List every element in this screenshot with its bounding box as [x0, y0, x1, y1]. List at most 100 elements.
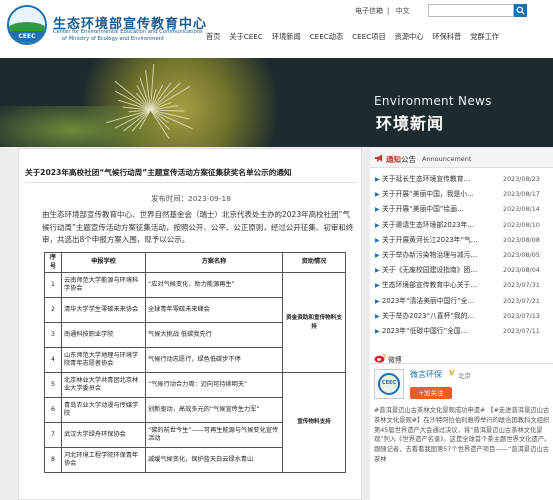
follow-button[interactable]: +加关注	[410, 387, 452, 399]
cell-plan: 气候大挑战 低碳我先行	[145, 322, 283, 348]
org-name-en-line1: Center for Environmental Education and C…	[53, 29, 203, 35]
item-title[interactable]: 关于邀请生态环境部2023年…	[382, 218, 494, 233]
announcement-label-en: Announcement	[422, 155, 472, 163]
item-date: 2023/08/04	[503, 266, 540, 275]
item-date: 2023/08/17	[503, 190, 540, 199]
table-row: 1 云南师范大学能源与环境科学协会 “应对气候变化，助力能源再生” 资金资助和宣…	[44, 272, 346, 373]
cell-plan: 气候行动志愿行，绿色低碳步不停	[145, 347, 283, 373]
header-no: 序号	[44, 252, 62, 273]
item-title[interactable]: 关于开展“美丽中国”绘画…	[382, 202, 494, 217]
list-item[interactable]: ▶ 关于开展“美丽中国，我是小… 2023/08/17	[370, 187, 553, 202]
nav-party[interactable]: 党群工作	[470, 32, 499, 42]
weibo-icon	[374, 353, 386, 363]
list-item[interactable]: ▶ 关于举办2023“八喜杯”我的… 2023/07/13	[370, 309, 553, 324]
sidebar: 通知公告 Announcement ▶ 关于延长生态环境宣传教育… 2023/08/…	[370, 148, 553, 500]
megaphone-icon	[375, 154, 382, 162]
table-header-row: 序号 申报学校 方案名称 资助情况	[44, 252, 346, 273]
verified-badge: V	[449, 369, 455, 377]
cell-support-b: 宣传物料支持	[282, 372, 346, 473]
item-title[interactable]: 关于开展黄河长江2023年“气…	[382, 233, 494, 248]
nav-projects[interactable]: CEEC项目	[352, 32, 386, 42]
bullet-icon: ▶	[375, 312, 380, 320]
cell-school: 河北环境工程学院环保青年协会	[61, 447, 146, 473]
item-date: 2023/07/21	[503, 296, 540, 305]
item-title[interactable]: 关于开展“美丽中国，我是小…	[382, 187, 494, 202]
item-title[interactable]: 关于举办2023“八喜杯”我的…	[382, 309, 494, 324]
announcement-list: ▶ 关于延长生态环境宣传教育… 2023/08/23 ▶ 关于开展“美丽中国，我是小……	[370, 172, 553, 339]
winners-table: 序号 申报学校 方案名称 资助情况 1 云南师范大学能源与环境科学协会 “应对气…	[44, 252, 346, 473]
announcement-header: 通知公告 Announcement	[370, 148, 553, 168]
cell-no: 7	[44, 422, 62, 448]
nav-resources[interactable]: 资源中心	[395, 32, 424, 42]
weibo-location: 北京	[458, 372, 471, 380]
weibo-post[interactable]: #普洱景迈山古茶林文化景观成功申遗# 【#走进普洱景迈山古茶林文化景观#】在沙特…	[374, 406, 551, 465]
cell-no: 2	[44, 297, 62, 323]
banner-title-cn: 环境新闻	[376, 114, 445, 133]
bullet-icon: ▶	[375, 176, 380, 183]
search-icon	[516, 6, 525, 15]
cell-no: 6	[44, 397, 62, 423]
item-title[interactable]: 关于延长生态环境宣传教育…	[382, 172, 494, 187]
cell-no: 8	[44, 447, 62, 473]
cell-school: 云南师范大学能源与环境科学协会	[61, 272, 146, 298]
item-title[interactable]: 生态环境部宣传教育中心关于…	[382, 278, 494, 293]
item-date: 2023/08/08	[503, 235, 540, 244]
article-body: 由生态环境部宣传教育中心、世界自然基金会（瑞士）北京代表处主办的2023年高校社…	[42, 210, 354, 244]
list-item[interactable]: ▶ 关于邀请生态环境部2023年… 2023/08/10	[370, 218, 553, 233]
list-item[interactable]: ▶ 关于延长生态环境宣传教育… 2023/08/23	[370, 172, 553, 187]
table-row: 5 北京林业大学共青团北京林业大学委员会 “气候行动合力周：迈向可持续明天” 宣…	[44, 372, 346, 473]
announcement-label: 通知公告	[386, 154, 416, 165]
article-title: 关于2023年高校社团“气候行动周”主题宣传活动方案征集获奖名单公示的通知	[25, 168, 292, 177]
bullet-icon: ▶	[375, 267, 380, 275]
cell-plan: 全球青年零碳未来峰会	[145, 297, 283, 323]
cell-plan: “碳的前世今生”——可再生能源与气候变化宣传活动	[145, 422, 283, 448]
language-link[interactable]: 中文	[396, 7, 410, 15]
header-support: 资助情况	[282, 252, 346, 273]
item-date: 2023/07/11	[503, 326, 540, 335]
weibo-divider	[370, 363, 553, 364]
cell-school: 清华大学学生零碳未来协会	[61, 297, 146, 323]
search-button[interactable]	[514, 4, 527, 17]
ceec-logo[interactable]: CEEC	[7, 5, 47, 45]
email-link[interactable]: 电子信箱	[355, 7, 383, 15]
cell-plan: “气候行动合力周：迈向可持续明天”	[145, 372, 283, 398]
cell-school: 武汉大学绿舟环保协会	[61, 422, 146, 448]
item-title[interactable]: 关于《无废校园建设指南》团…	[382, 263, 494, 278]
list-item[interactable]: ▶ 关于举办新污染物治理与减污… 2023/08/05	[370, 248, 553, 263]
item-date: 2023/08/23	[503, 175, 540, 183]
publish-meta: 发布时间：2023-09-18	[19, 193, 363, 204]
list-item[interactable]: ▶ 生态环境部宣传教育中心关于… 2023/07/31	[370, 278, 553, 293]
cell-no: 3	[44, 322, 62, 348]
bullet-icon: ▶	[375, 221, 380, 229]
nav-about[interactable]: 关于CEEC	[229, 32, 263, 42]
list-item[interactable]: ▶ 关于开展黄河长江2023年“气… 2023/08/08	[370, 233, 553, 248]
bullet-icon: ▶	[375, 282, 380, 290]
publish-label: 发布时间：	[151, 194, 188, 203]
avatar-text: CEEC	[381, 380, 397, 386]
cell-school: 北京林业大学共青团北京林业大学委员会	[61, 372, 146, 398]
search-input[interactable]	[428, 4, 514, 17]
cell-plan: 减缓气候变化，保护蓝天白云绿水青山	[145, 447, 283, 473]
nav-ceec-updates[interactable]: CEEC动态	[310, 32, 344, 42]
site-header: CEEC 生态环境部宣传教育中心 Center for Environmenta…	[0, 0, 553, 58]
item-title[interactable]: 2023年“清洁美丽中国行”全…	[382, 294, 494, 309]
item-title[interactable]: 关于举办新污染物治理与减污…	[382, 248, 494, 263]
bullet-icon: ▶	[375, 251, 380, 259]
weibo-account-name[interactable]: 微言环保	[410, 369, 442, 380]
list-item[interactable]: ▶ 关于开展“美丽中国”绘画… 2023/08/14	[370, 202, 553, 217]
list-item[interactable]: ▶ 关于《无废校园建设指南》团… 2023/08/04	[370, 263, 553, 278]
list-item[interactable]: ▶ 2023年“清洁美丽中国行”全… 2023/07/21	[370, 294, 553, 309]
bullet-icon: ▶	[375, 206, 380, 214]
announcement-label-suffix: 公告	[401, 155, 416, 164]
header-school: 申报学校	[61, 252, 146, 273]
top-links: 电子信箱 | 中文	[355, 6, 414, 16]
cell-no: 5	[44, 372, 62, 398]
avatar[interactable]: CEEC	[374, 369, 404, 399]
item-date: 2023/08/14	[503, 205, 540, 214]
nav-home[interactable]: 首页	[206, 32, 220, 42]
item-title[interactable]: 2023年“低碳中国行”全国…	[382, 324, 494, 339]
nav-news[interactable]: 环境新闻	[272, 32, 301, 42]
list-item[interactable]: ▶ 2023年“低碳中国行”全国… 2023/07/11	[370, 324, 553, 339]
nav-science[interactable]: 环保科普	[432, 32, 461, 42]
header-plan: 方案名称	[145, 252, 283, 273]
